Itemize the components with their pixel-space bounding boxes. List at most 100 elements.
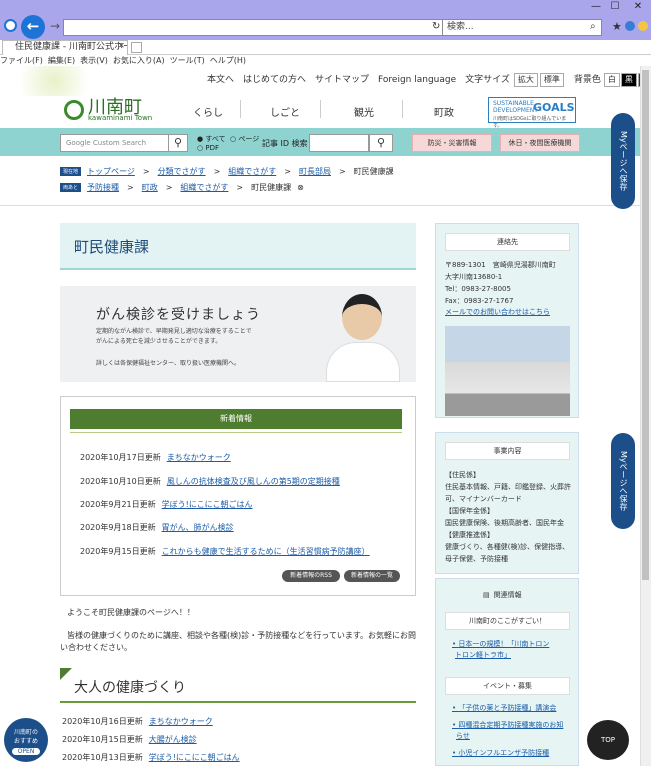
related-subtitle: 川南町のここがすごい！ bbox=[445, 612, 570, 630]
back-to-top-button[interactable]: TOP bbox=[587, 720, 629, 760]
sdg-caption: SUSTAINABLE DEVELOPMENT bbox=[493, 100, 538, 114]
event-link[interactable]: • 四種混合定期予防接種実施のお知 bbox=[452, 720, 563, 730]
menu-edit[interactable]: 編集(E) bbox=[48, 56, 75, 65]
news-link[interactable]: まちなかウォーク bbox=[167, 453, 231, 462]
close-icon[interactable]: ✕ bbox=[627, 0, 649, 14]
news-link[interactable]: 学ぼう!にこにこ朝ごはん bbox=[162, 500, 253, 509]
menu-favorites[interactable]: お気に入り(A) bbox=[113, 56, 165, 65]
holiday-medical-button[interactable]: 休日・夜間医療機関 bbox=[500, 134, 580, 152]
disaster-info-button[interactable]: 防災・災害情報 bbox=[412, 134, 492, 152]
link-first-time[interactable]: はじめての方へ bbox=[243, 75, 306, 85]
contact-line: 〒889-1301 宮崎県児湯郡川南町 bbox=[445, 261, 556, 269]
id-search-icon[interactable]: ⚲ bbox=[369, 134, 393, 152]
fontsize-large-button[interactable]: 拡大 bbox=[513, 73, 538, 87]
tab-active[interactable]: 住民健康課 - 川南町公式ホー... bbox=[2, 40, 128, 55]
news-link[interactable]: これからも健康で生活するために（生活習慣病予防講座） bbox=[162, 547, 370, 556]
crumb-bunrui[interactable]: 分類でさがす bbox=[158, 167, 206, 176]
menu-view[interactable]: 表示(V) bbox=[80, 56, 108, 65]
link-skip[interactable]: 本文へ bbox=[207, 75, 234, 85]
home-star-icon[interactable]: ★ bbox=[612, 20, 622, 33]
nav-shigoto[interactable]: しごと bbox=[270, 104, 300, 119]
bgcolor-label: 背景色 bbox=[573, 75, 601, 85]
banner-line2: がんによる死亡を減少させることができます。 bbox=[96, 338, 222, 345]
related-link-cont[interactable]: トロン軽トラ市」 bbox=[455, 650, 511, 660]
rss-button[interactable]: 新着情報のRSS bbox=[282, 570, 340, 582]
new-tab-icon[interactable] bbox=[131, 42, 142, 53]
mypage-save-button[interactable]: Myページへ保存 bbox=[611, 113, 635, 209]
mypage-save-label: Myページへ保存 bbox=[619, 131, 628, 191]
nav-kurashi[interactable]: くらし bbox=[193, 104, 223, 119]
event-link[interactable]: • 「子供の薬と予防接種」講演会 bbox=[452, 703, 556, 713]
news-link[interactable]: 胃がん、肺がん検診 bbox=[162, 523, 234, 532]
top-nav: 本文へ はじめての方へ サイトマップ Foreign language 文字サイズ 拡大標… bbox=[207, 72, 651, 87]
bg-white-button[interactable]: 白 bbox=[603, 73, 620, 87]
adult-date: 2020年10月13日更新 bbox=[62, 753, 143, 762]
smiley-icon[interactable] bbox=[638, 21, 648, 31]
menu-help[interactable]: ヘルプ(H) bbox=[210, 56, 246, 65]
maximize-icon[interactable]: ☐ bbox=[604, 0, 626, 14]
crumb-top[interactable]: トップページ bbox=[87, 167, 135, 176]
refresh-icon[interactable]: ↻ bbox=[432, 21, 440, 32]
contact-mail-link[interactable]: メールでのお問い合わせはこちら bbox=[445, 307, 550, 317]
news-link[interactable]: 風しんの抗体検査及び風しんの第5期の定期接種 bbox=[167, 477, 340, 486]
event-link[interactable]: • 小児インフルエンザ予防接種 bbox=[452, 748, 549, 758]
scrollbar-thumb[interactable] bbox=[642, 70, 649, 580]
window-titlebar: — ☐ ✕ bbox=[0, 0, 651, 14]
radio-all[interactable]: ● すべて bbox=[197, 134, 226, 144]
banner-title: がん検診を受けましょう bbox=[96, 307, 261, 323]
sdgs-banner[interactable]: SUSTAINABLE DEVELOPMENT GOALS 川南町はSDGsに取… bbox=[488, 97, 576, 129]
adult-link[interactable]: まちなかウォーク bbox=[149, 717, 213, 726]
adult-link[interactable]: 大腸がん検診 bbox=[149, 735, 197, 744]
tab-close-icon[interactable]: ✕ bbox=[118, 41, 125, 50]
browser-search-input[interactable]: 検索... bbox=[442, 19, 602, 36]
menu-tools[interactable]: ツール(T) bbox=[170, 56, 205, 65]
breadcrumb-tag: 現在地 bbox=[60, 167, 82, 176]
adult-link[interactable]: 学ぼう!にこにこ朝ごはん bbox=[149, 753, 240, 762]
crumb-yobo[interactable]: 予防接種 bbox=[87, 183, 119, 192]
crumb-soshiki2[interactable]: 組織でさがす bbox=[180, 183, 228, 192]
osusume-button[interactable]: 川南町の おすすめ OPEN bbox=[4, 718, 48, 762]
nav-divider bbox=[402, 100, 403, 118]
crumb-chosei[interactable]: 町政 bbox=[142, 183, 158, 192]
site-search-input[interactable]: Google Custom Search bbox=[60, 134, 170, 152]
menu-file[interactable]: ファイル(F) bbox=[0, 56, 43, 65]
nav-chosei[interactable]: 町政 bbox=[434, 104, 454, 119]
forward-icon[interactable]: → bbox=[50, 19, 60, 33]
biz-line: 母子保健、予防接種 bbox=[445, 555, 508, 563]
settings-icon[interactable] bbox=[625, 21, 635, 31]
breadcrumb-tag: 両あと bbox=[60, 183, 82, 192]
biz-line: 住民基本情報、戸籍、印鑑登録、火葬許 bbox=[445, 483, 571, 491]
sdg-goals: GOALS bbox=[533, 101, 575, 114]
fontsize-standard-button[interactable]: 標準 bbox=[539, 73, 564, 87]
adult-item: 2020年10月15日更新 大腸がん検診 bbox=[62, 734, 197, 745]
adult-item: 2020年10月16日更新 まちなかウォーク bbox=[62, 716, 213, 727]
search-icon[interactable]: ⌕ bbox=[590, 21, 596, 32]
news-item: 2020年9月15日更新 これからも健康で生活するために（生活習慣病予防講座） bbox=[80, 546, 370, 557]
cancer-screening-banner[interactable]: がん検診を受けましょう 定期的ながん検診で、早期発見し適切な治療をすることで が… bbox=[60, 286, 416, 382]
radio-page[interactable]: ○ ページ bbox=[230, 134, 259, 144]
crumb-soshiki[interactable]: 組織でさがす bbox=[228, 167, 276, 176]
related-link[interactable]: • 日本一の規模！「川南トロン bbox=[452, 639, 549, 649]
adult-date: 2020年10月15日更新 bbox=[62, 735, 143, 744]
biz-line: 【国保年金係】 bbox=[445, 507, 494, 515]
bg-black-button[interactable]: 黒 bbox=[620, 73, 637, 87]
biz-line: 【健康推進係】 bbox=[445, 531, 494, 539]
news-item: 2020年10月17日更新 まちなかウォーク bbox=[80, 452, 231, 463]
crumb-current: 町民健康課 bbox=[353, 167, 394, 176]
link-sitemap[interactable]: サイトマップ bbox=[315, 75, 369, 85]
search-icon[interactable]: ⚲ bbox=[168, 134, 188, 152]
id-search-input[interactable] bbox=[309, 134, 369, 152]
radio-pdf[interactable]: ○ PDF bbox=[197, 144, 219, 152]
nav-kanko[interactable]: 観光 bbox=[354, 104, 374, 119]
back-icon[interactable]: ← bbox=[21, 15, 45, 39]
radio-page-label: ページ bbox=[238, 135, 260, 143]
event-link-cont[interactable]: らせ bbox=[456, 731, 470, 741]
link-foreign[interactable]: Foreign language bbox=[378, 75, 456, 85]
news-list-button[interactable]: 新着情報の一覧 bbox=[344, 570, 400, 582]
mypage-save-button-2[interactable]: Myページへ保存 bbox=[611, 433, 635, 529]
contact-line: 大字川南13680-1 bbox=[445, 273, 503, 281]
address-bar[interactable] bbox=[63, 19, 443, 36]
close-icon[interactable]: ⊗ bbox=[297, 183, 304, 192]
town-emblem-icon[interactable] bbox=[64, 100, 84, 120]
crumb-chocho[interactable]: 町長部局 bbox=[299, 167, 331, 176]
